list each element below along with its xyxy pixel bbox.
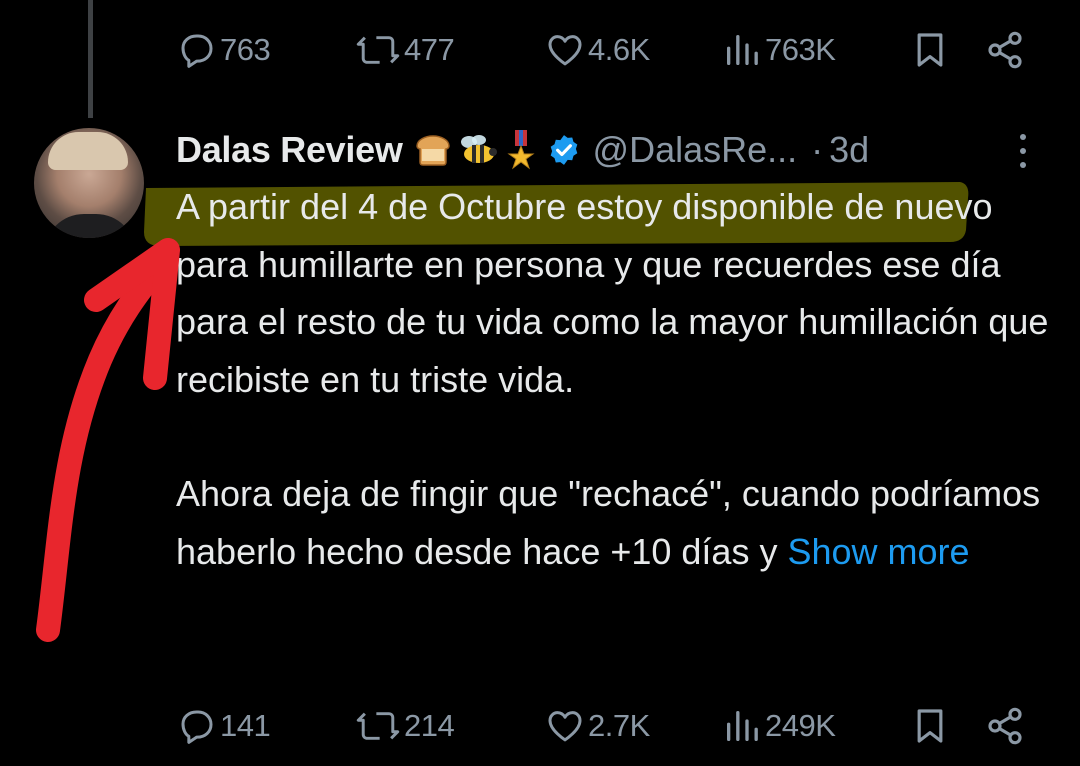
repost-count: 477: [404, 32, 455, 67]
bee-emoji: [457, 132, 501, 168]
tweet-timestamp[interactable]: 3d: [829, 129, 869, 171]
views-button[interactable]: 249K: [722, 696, 836, 756]
views-button[interactable]: 763K: [722, 20, 836, 80]
repost-button[interactable]: 214: [355, 696, 455, 756]
reply-count: 141: [220, 708, 271, 743]
share-button[interactable]: [985, 696, 1025, 756]
like-count: 2.7K: [588, 708, 650, 743]
heart-icon: [545, 706, 585, 746]
share-button[interactable]: [985, 20, 1025, 80]
tweet-paragraph-1: A partir del 4 de Octubre estoy disponib…: [176, 186, 1049, 400]
action-bar-tweet: 141 214 2.7K 249K: [150, 696, 1030, 756]
reply-icon: [177, 30, 217, 70]
avatar-shirt: [44, 214, 136, 238]
bread-emoji: [413, 132, 453, 168]
reply-button[interactable]: 763: [177, 20, 271, 80]
reply-icon: [177, 706, 217, 746]
repost-icon: [355, 30, 401, 70]
separator-dot: ·: [811, 129, 824, 170]
verified-badge-icon: [547, 133, 581, 167]
heart-icon: [545, 30, 585, 70]
views-count: 763K: [765, 32, 836, 67]
more-options-icon[interactable]: [1012, 134, 1034, 170]
name-emojis: [413, 130, 537, 170]
reply-count: 763: [220, 32, 271, 67]
action-bar-previous-tweet: 763 477 4.6K 763K: [150, 20, 1030, 80]
bookmark-icon: [910, 706, 950, 746]
tweet-paragraph-2: Ahora deja de fingir que "rechacé", cuan…: [176, 465, 1056, 580]
user-handle[interactable]: @DalasRe...: [593, 129, 798, 171]
tweet-text: A partir del 4 de Octubre estoy disponib…: [176, 178, 1056, 580]
avatar[interactable]: [34, 128, 144, 238]
show-more-link[interactable]: Show more: [787, 531, 969, 572]
views-chart-icon: [722, 706, 762, 746]
like-count: 4.6K: [588, 32, 650, 67]
medal-emoji: [505, 130, 537, 170]
tweet-header: Dalas Review @DalasRe... · 3d: [176, 124, 1046, 176]
share-icon: [985, 30, 1025, 70]
repost-icon: [355, 706, 401, 746]
bookmark-icon: [910, 30, 950, 70]
repost-button[interactable]: 477: [355, 20, 455, 80]
like-button[interactable]: 4.6K: [545, 20, 650, 80]
repost-count: 214: [404, 708, 455, 743]
views-count: 249K: [765, 708, 836, 743]
avatar-hair: [48, 132, 128, 170]
display-name[interactable]: Dalas Review: [176, 129, 403, 171]
reply-button[interactable]: 141: [177, 696, 271, 756]
share-icon: [985, 706, 1025, 746]
views-chart-icon: [722, 30, 762, 70]
bookmark-button[interactable]: [910, 20, 950, 80]
bookmark-button[interactable]: [910, 696, 950, 756]
thread-connector-line: [88, 0, 93, 118]
like-button[interactable]: 2.7K: [545, 696, 650, 756]
